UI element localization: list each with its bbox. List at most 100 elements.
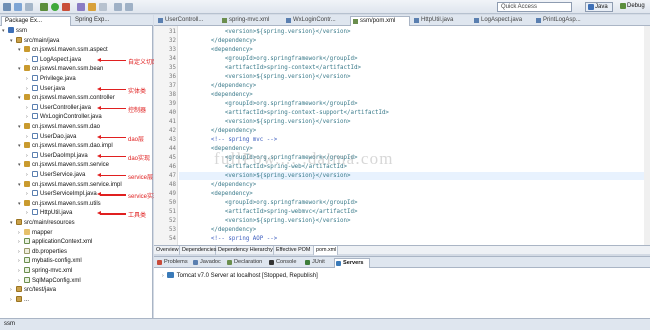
tree-item[interactable]: ▾ cn.jsxwsl.maven.ssm.service.impl [0, 180, 122, 190]
tree-item[interactable]: › WxLoginController.java [0, 113, 102, 122]
package-icon [24, 65, 30, 72]
tree-item[interactable]: › UserService.java [0, 171, 85, 180]
tree-item[interactable]: › db.properties [0, 247, 67, 257]
tree-item[interactable]: › SqlMapConfig.xml [0, 276, 81, 286]
tree-item[interactable]: › mybatis-config.xml [0, 257, 82, 266]
pom-tab[interactable]: pom.xml [314, 246, 338, 255]
debug-icon[interactable] [40, 3, 48, 11]
tree-item[interactable]: › mapper [0, 228, 52, 238]
pom-tab[interactable]: Overview [154, 246, 180, 255]
tree-item[interactable]: ▾ cn.jsxwsl.maven.ssm.dao [0, 123, 100, 132]
tree-item-label: cn.jsxwsl.maven.ssm.utils [32, 200, 101, 207]
tree-item[interactable]: › src/test/java [0, 286, 56, 295]
project-tree: ▾ ssm ▾ src/main/java ▾ cn.jsxwsl.maven.ssm.a… [0, 27, 159, 317]
expand-arrow-icon[interactable]: › [162, 273, 164, 279]
javadoc-icon [193, 260, 198, 265]
tree-item[interactable]: ▾ cn.jsxwsl.maven.ssm.controller [0, 94, 115, 103]
bottom-tab-label: Servers [343, 260, 364, 266]
tree-item[interactable]: ▾ cn.jsxwsl.maven.ssm.dao.impl [0, 142, 113, 151]
quick-access-input[interactable]: Quick Access [497, 2, 572, 12]
bottom-tab-bar: Problems Javadoc Declaration Console JUnit Se… [154, 257, 650, 268]
new-icon[interactable] [3, 3, 11, 11]
stop-icon[interactable] [62, 3, 70, 11]
console-icon [269, 260, 274, 265]
java-perspective-icon [588, 4, 594, 10]
java-file-icon [536, 18, 541, 23]
tree-item[interactable]: › UserController.java [0, 103, 92, 113]
tree-item-label: UserController.java [40, 104, 92, 111]
server-entry[interactable]: › Tomcat v7.0 Server at localhost [Stoppe… [162, 272, 318, 281]
tree-item-label: SqlMapConfig.xml [32, 277, 81, 284]
tree-item-label: src/test/java [24, 287, 57, 294]
tree-item-label: mybatis-config.xml [32, 258, 82, 265]
server-icon[interactable] [77, 3, 85, 11]
xml-file-icon [222, 18, 227, 23]
editor-tab[interactable]: HttpUtil.java [412, 16, 470, 26]
package-explorer-panel: Package Ex... Spring Exp... ▾ ssm ▾ src/mai… [0, 15, 159, 318]
tree-item[interactable]: ▾ cn.jsxwsl.maven.ssm.utils [0, 199, 101, 209]
tree-item[interactable]: › User.java [0, 84, 65, 94]
code-line: <groupId>org.springframework</groupId> [183, 200, 358, 206]
editor-tab[interactable]: WxLoginContr... [284, 16, 348, 26]
tree-item[interactable]: › HttpUtil.java [0, 209, 72, 218]
back-icon[interactable] [114, 3, 122, 11]
tree-item-label: cn.jsxwsl.maven.ssm.service.impl [32, 181, 122, 188]
forward-icon[interactable] [125, 3, 133, 11]
pom-tab[interactable]: Dependency Hierarchy [216, 246, 274, 255]
code-view[interactable]: <version>${spring.version}</version> </d… [154, 26, 650, 245]
tab-servers[interactable]: Servers [334, 258, 370, 268]
tree-item[interactable]: › LogAspect.java [0, 55, 81, 65]
tree-item[interactable]: › Privilege.java [0, 75, 76, 84]
java-file-icon [32, 55, 38, 62]
tree-item[interactable]: ▾ cn.jsxwsl.maven.ssm.aspect [0, 46, 108, 55]
pom-tab[interactable]: Dependencies [180, 246, 216, 255]
tab-declaration[interactable]: Declaration [226, 258, 268, 268]
java-perspective-button[interactable]: Java [585, 2, 613, 12]
pom-editor-tabs: Overview Dependencies Dependency Hierarchy… [154, 245, 650, 255]
tree-item[interactable]: ▾ src/main/resources [0, 219, 75, 228]
code-line: <!-- spring AOP --> [183, 236, 278, 242]
tree-item[interactable]: › UserServiceImpl.java [0, 190, 97, 199]
tree-item-label: UserServiceImpl.java [40, 191, 97, 198]
debug-perspective-button[interactable]: Debug [618, 2, 648, 12]
search-icon[interactable] [99, 3, 107, 11]
tree-item[interactable]: › UserDao.java [0, 132, 76, 142]
tree-item[interactable]: ›... [0, 295, 29, 305]
editor-tab-label: WxLoginContr... [293, 17, 336, 23]
print-icon[interactable] [25, 3, 33, 11]
editor-tab[interactable]: PrintLogAsp... [534, 16, 596, 26]
tab-javadoc[interactable]: Javadoc [192, 258, 226, 268]
tree-item[interactable]: ▾ cn.jsxwsl.maven.ssm.bean [0, 65, 103, 74]
editor-tab[interactable]: ssm/pom.xml [350, 16, 410, 26]
java-file-icon [32, 103, 38, 110]
tree-item[interactable]: ▾ ssm [0, 27, 27, 36]
bottom-tab-label: Declaration [234, 259, 263, 265]
tab-junit[interactable]: JUnit [304, 258, 334, 268]
code-line: </dependency> [183, 83, 257, 89]
tree-item[interactable]: ▾ src/main/java [0, 36, 59, 46]
annotation-arrow [97, 153, 126, 159]
editor-tab[interactable]: UserControll... [156, 16, 218, 26]
tree-item[interactable]: › spring-mvc.xml [0, 267, 72, 276]
tab-console[interactable]: Console [268, 258, 304, 268]
source-folder-icon [16, 36, 22, 43]
pom-tab[interactable]: Effective POM [274, 246, 314, 255]
code-line: <artifactId>spring-webmvc</artifactId> [183, 209, 358, 215]
tree-item[interactable]: › UserDaoImpl.java [0, 151, 88, 161]
package-icon[interactable] [88, 3, 96, 11]
annotation-label: 控制器 [128, 107, 147, 114]
editor-tab[interactable]: spring-mvc.xml [220, 16, 282, 26]
tab-spring-explorer[interactable]: Spring Exp... [72, 16, 138, 26]
tab-problems[interactable]: Problems [156, 258, 192, 268]
run-icon[interactable] [51, 3, 59, 11]
tree-item-label: WxLoginController.java [40, 114, 102, 121]
tree-item[interactable]: ▾ cn.jsxwsl.maven.ssm.service [0, 161, 109, 170]
tab-package-explorer[interactable]: Package Ex... [1, 16, 71, 26]
editor-tab[interactable]: LogAspect.java [472, 16, 532, 26]
tree-item-label: spring-mvc.xml [32, 268, 73, 274]
save-icon[interactable] [14, 3, 22, 11]
annotation-label: dao实现 [128, 155, 151, 162]
tree-item[interactable]: › applicationContext.xml [0, 238, 92, 247]
annotation-arrow [97, 191, 126, 197]
editor-scrollbar[interactable] [644, 26, 650, 245]
